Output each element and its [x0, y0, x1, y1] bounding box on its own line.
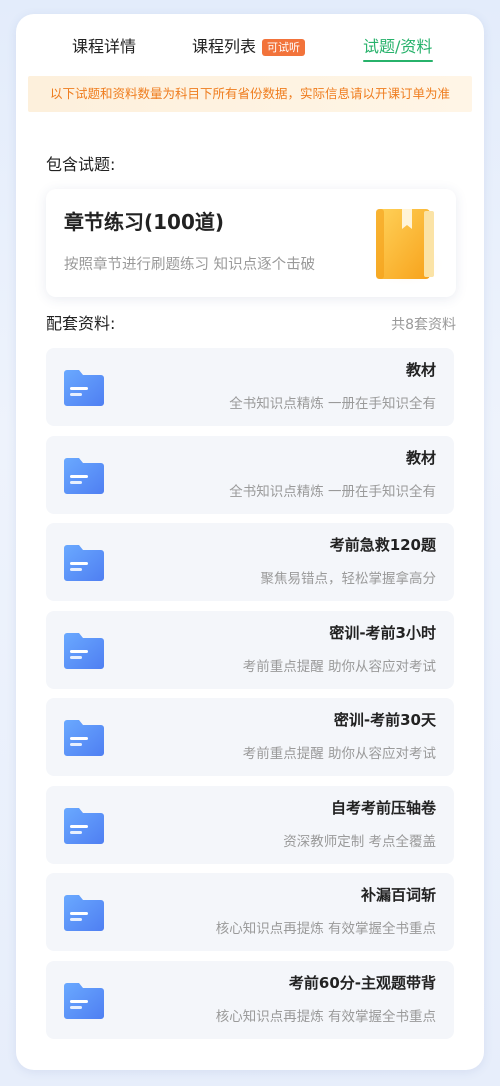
list-item[interactable]: 考前60分-主观题带背 核心知识点再提炼 有效掌握全书重点 — [46, 961, 454, 1039]
material-title: 密训-考前3小时 — [329, 624, 436, 642]
material-description: 核心知识点再提炼 有效掌握全书重点 — [215, 1009, 436, 1025]
tab-bar: 课程详情 课程列表 可试听 试题/资料 — [16, 14, 484, 76]
material-description: 全书知识点精炼 一册在手知识全有 — [229, 396, 436, 412]
folder-icon — [64, 895, 104, 931]
material-description: 全书知识点精炼 一册在手知识全有 — [229, 484, 436, 500]
material-title: 自考考前压轴卷 — [330, 799, 436, 817]
material-title: 考前60分-主观题带背 — [288, 974, 436, 992]
active-tab-indicator — [363, 60, 433, 62]
list-item[interactable]: 补漏百词斩 核心知识点再提炼 有效掌握全书重点 — [46, 873, 454, 951]
folder-icon — [64, 370, 104, 406]
list-item[interactable]: 密训-考前3小时 考前重点提醒 助你从容应对考试 — [46, 611, 454, 689]
exercise-title: 章节练习(100道) — [64, 210, 225, 234]
folder-icon — [64, 545, 104, 581]
material-description: 核心知识点再提炼 有效掌握全书重点 — [215, 921, 436, 937]
folder-icon — [64, 633, 104, 669]
material-description: 资深教师定制 考点全覆盖 — [283, 834, 436, 850]
exercise-description: 按照章节进行刷题练习 知识点逐个击破 — [64, 257, 316, 273]
questions-section-title: 包含试题: — [46, 155, 116, 174]
material-title: 教材 — [405, 361, 436, 379]
folder-icon — [64, 720, 104, 756]
material-title: 考前急救120题 — [329, 536, 436, 554]
list-item[interactable]: 考前急救120题 聚焦易错点，轻松掌握拿高分 — [46, 523, 454, 601]
list-item[interactable]: 教材 全书知识点精炼 一册在手知识全有 — [46, 348, 454, 426]
tab-course-list[interactable]: 课程列表 — [192, 36, 256, 58]
chapter-exercise-card[interactable]: 章节练习(100道) 按照章节进行刷题练习 知识点逐个击破 — [46, 189, 456, 297]
book-icon — [366, 209, 446, 287]
list-item[interactable]: 密训-考前30天 考前重点提醒 助你从容应对考试 — [46, 698, 454, 776]
tab-course-details[interactable]: 课程详情 — [72, 36, 136, 58]
material-description: 聚焦易错点，轻松掌握拿高分 — [260, 571, 437, 587]
folder-icon — [64, 458, 104, 494]
notice-banner: 以下试题和资料数量为科目下所有省份数据，实际信息请以开课订单为准 — [28, 76, 472, 112]
material-title: 密训-考前30天 — [333, 711, 436, 729]
material-title: 教材 — [405, 449, 436, 467]
material-title: 补漏百词斩 — [360, 886, 436, 904]
folder-icon — [64, 808, 104, 844]
material-description: 考前重点提醒 助你从容应对考试 — [242, 659, 436, 675]
materials-section-title: 配套资料: — [46, 314, 116, 333]
content-card: 课程详情 课程列表 可试听 试题/资料 以下试题和资料数量为科目下所有省份数据，… — [16, 14, 484, 1070]
tab-questions-materials[interactable]: 试题/资料 — [363, 36, 432, 58]
materials-count: 共8套资料 — [391, 317, 456, 333]
folder-icon — [64, 983, 104, 1019]
list-item[interactable]: 教材 全书知识点精炼 一册在手知识全有 — [46, 436, 454, 514]
material-description: 考前重点提醒 助你从容应对考试 — [242, 746, 436, 762]
trial-badge: 可试听 — [262, 39, 305, 56]
list-item[interactable]: 自考考前压轴卷 资深教师定制 考点全覆盖 — [46, 786, 454, 864]
